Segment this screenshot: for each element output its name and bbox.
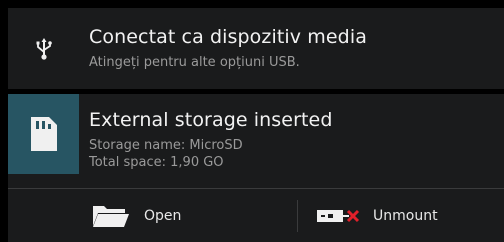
open-button-label: Open bbox=[144, 208, 182, 224]
sd-card-icon bbox=[30, 117, 57, 151]
notification-shade: Conectat ca dispozitiv media Atingeți pe… bbox=[0, 0, 504, 242]
folder-icon bbox=[93, 206, 129, 227]
usb-notification-subtitle: Atingeți pentru alte opțiuni USB. bbox=[89, 55, 300, 70]
open-button[interactable]: Open bbox=[92, 190, 297, 242]
storage-name: Storage name: MicroSD bbox=[89, 138, 243, 153]
usb-notification-title: Conectat ca dispozitiv media bbox=[89, 26, 367, 48]
sd-card-icon-box bbox=[8, 94, 79, 174]
usb-icon-box bbox=[8, 8, 79, 89]
usb-notification[interactable]: Conectat ca dispozitiv media Atingeți pe… bbox=[8, 8, 504, 89]
usb-icon bbox=[36, 37, 52, 60]
total-space: Total space: 1,90 GO bbox=[89, 155, 224, 170]
storage-notification[interactable]: External storage inserted Storage name: … bbox=[8, 94, 504, 242]
storage-notification-title: External storage inserted bbox=[89, 109, 333, 131]
actions-divider bbox=[8, 188, 504, 189]
unmount-button-label: Unmount bbox=[373, 208, 438, 224]
actions-separator bbox=[297, 200, 298, 232]
unmount-button[interactable]: Unmount bbox=[317, 190, 504, 242]
unmount-icon bbox=[317, 209, 360, 223]
